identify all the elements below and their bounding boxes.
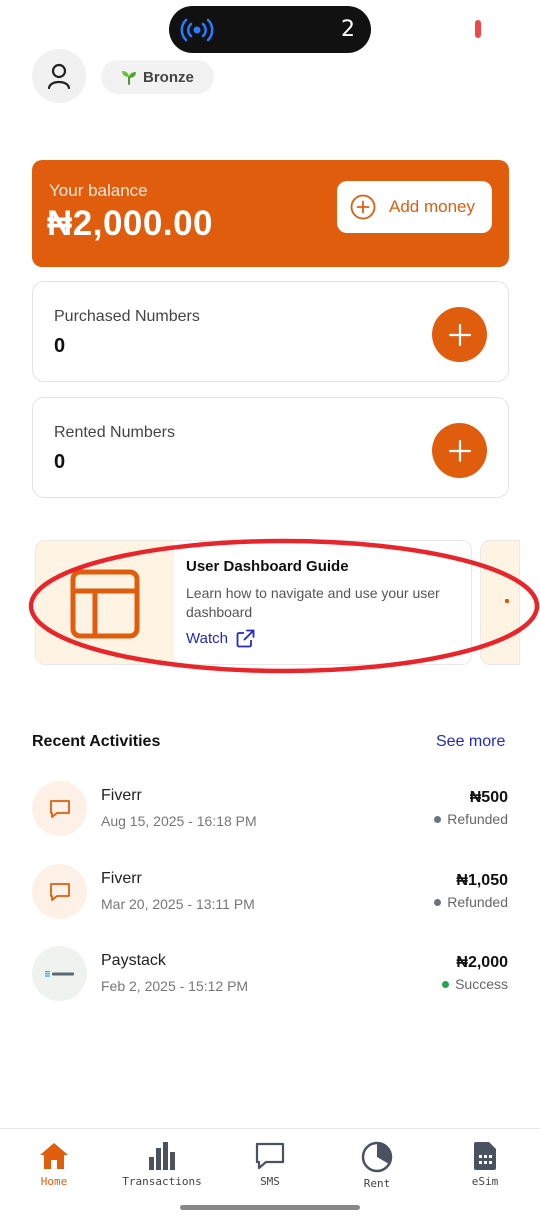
status-dot [434,898,442,906]
activity-amount: ₦1,050 [456,872,508,889]
message-icon [255,1142,285,1170]
island-count: 2 [341,17,355,42]
activity-status: Refunded [434,811,508,827]
balance-label: Your balance [49,181,148,200]
activity-amount: ₦2,000 [456,954,508,971]
status-dot [434,815,442,823]
dynamic-island: 2 [169,6,371,53]
nav-label: Transactions [122,1175,202,1188]
activity-status-text: Refunded [447,894,508,910]
activity-date: Aug 15, 2025 - 16:18 PM [101,813,257,829]
add-money-label: Add money [389,197,475,216]
nav-item-home[interactable]: Home [14,1141,94,1188]
profile-avatar[interactable] [32,49,86,103]
user-icon [47,63,71,89]
bar-chart-icon [149,1142,175,1170]
purchased-numbers-title: Purchased Numbers [54,308,200,325]
screen: 2 Bronze Your balance ₦2,000.00 Add mone… [0,0,540,1218]
rented-numbers-value: 0 [54,451,66,473]
balance-amount: ₦2,000.00 [47,204,214,243]
paystack-logo [44,970,74,977]
activity-name: Paystack [101,952,166,969]
nav-label: Rent [363,1177,391,1190]
nav-item-esim[interactable]: eSim [445,1141,525,1188]
broadcast-icon [179,15,215,45]
purchased-numbers-card: Purchased Numbers 0 [32,281,509,382]
message-icon [49,882,70,901]
activity-status-text: Success [455,976,508,992]
sim-card-icon [474,1142,496,1170]
annotation-ellipse [28,538,540,674]
tier-label: Bronze [143,68,194,86]
activity-date: Mar 20, 2025 - 13:11 PM [101,896,255,912]
nav-label: SMS [260,1175,280,1188]
activity-icon [32,781,87,836]
activity-date: Feb 2, 2025 - 15:12 PM [101,978,249,994]
activity-row[interactable]: Fiverr Mar 20, 2025 - 13:11 PM ₦1,050 Re… [32,864,509,924]
purchased-numbers-value: 0 [54,335,66,357]
status-dot [442,980,450,988]
tier-badge[interactable]: Bronze [101,60,214,94]
see-more-link[interactable]: See more [436,733,505,751]
message-icon [49,799,70,818]
plus-icon [448,323,471,346]
nav-item-sms[interactable]: SMS [230,1141,310,1188]
recording-indicator [475,20,481,38]
rented-numbers-card: Rented Numbers 0 [32,397,509,498]
seedling-icon [122,71,136,85]
rented-numbers-title: Rented Numbers [54,424,175,441]
home-indicator [180,1205,360,1210]
purchase-number-button[interactable] [432,307,487,362]
home-icon [40,1143,68,1169]
nav-item-rent[interactable]: Rent [337,1141,417,1190]
pie-chart-icon [361,1141,393,1173]
activity-name: Fiverr [101,870,142,887]
activity-amount: ₦500 [469,789,508,806]
activity-name: Fiverr [101,787,142,804]
recent-activities-title: Recent Activities [32,733,161,750]
plus-icon [448,439,471,462]
activity-icon [32,864,87,919]
activity-icon [32,946,87,1001]
nav-item-transactions[interactable]: Transactions [122,1141,202,1188]
activity-status: Refunded [434,894,508,910]
nav-label: Home [40,1175,68,1188]
balance-card: Your balance ₦2,000.00 Add money [32,160,509,267]
activity-row[interactable]: Fiverr Aug 15, 2025 - 16:18 PM ₦500 Refu… [32,781,509,841]
rent-number-button[interactable] [432,423,487,478]
nav-label: eSim [471,1175,499,1188]
activity-status-text: Refunded [447,811,508,827]
activity-row[interactable]: Paystack Feb 2, 2025 - 15:12 PM ₦2,000 S… [32,946,509,1006]
activity-status: Success [442,976,508,992]
add-money-button[interactable]: Add money [337,181,492,233]
plus-circle-icon [350,194,376,220]
